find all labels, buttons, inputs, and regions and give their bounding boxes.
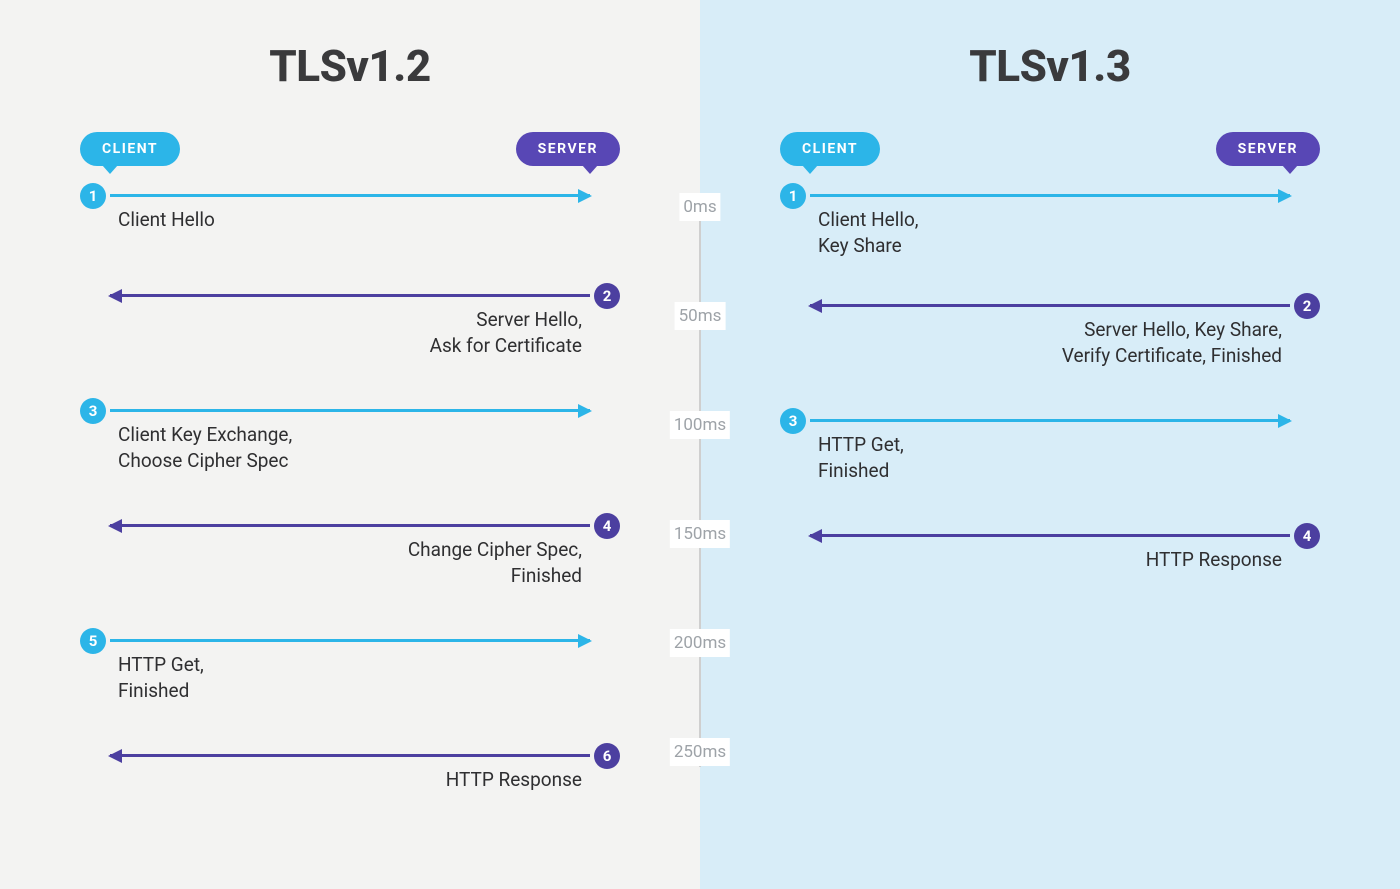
step-2: 2 Server Hello, Ask for Certificate — [80, 294, 620, 358]
step-number-badge: 2 — [1294, 293, 1320, 319]
title-tls12: TLSv1.2 — [60, 40, 640, 92]
arrow-right-icon: 3 — [810, 419, 1290, 422]
timeline-tick: 200ms — [670, 629, 730, 657]
step-2: 2 Server Hello, Key Share, Verify Certifi… — [780, 304, 1320, 368]
step-number-badge: 4 — [1294, 523, 1320, 549]
client-pill: CLIENT — [780, 132, 880, 166]
step-number-badge: 2 — [594, 283, 620, 309]
step-number-badge: 4 — [594, 513, 620, 539]
step-label: Client Key Exchange, Choose Cipher Spec — [110, 422, 590, 473]
panel-tls13: TLSv1.3 CLIENT SERVER 1Client Hello, Key… — [700, 0, 1400, 889]
step-4: 4 HTTP Response — [780, 534, 1320, 573]
arrow-left-icon: 2 — [110, 294, 590, 297]
step-6: 6 HTTP Response — [80, 754, 620, 793]
step-number-badge: 1 — [80, 183, 106, 209]
step-number-badge: 1 — [780, 183, 806, 209]
client-pill: CLIENT — [80, 132, 180, 166]
steps-container: 1Client Hello2Server Hello, Ask for Cert… — [80, 194, 620, 834]
step-label: HTTP Response — [810, 547, 1290, 573]
step-1: 1 Client Hello — [80, 194, 620, 233]
sequence-tls13: CLIENT SERVER 1Client Hello, Key Share2S… — [780, 132, 1320, 614]
step-number-badge: 3 — [80, 398, 106, 424]
arrow-right-icon: 1 — [110, 194, 590, 197]
arrow-right-icon: 1 — [810, 194, 1290, 197]
step-number-badge: 3 — [780, 408, 806, 434]
panel-tls12: TLSv1.2 CLIENT SERVER 1Client Hello2Serv… — [0, 0, 700, 889]
timeline-tick: 0ms — [679, 193, 720, 221]
sequence-tls12: CLIENT SERVER 1Client Hello2Server Hello… — [80, 132, 620, 834]
timeline-tick: 100ms — [670, 411, 730, 439]
step-label: Client Hello, Key Share — [810, 207, 1290, 258]
arrow-right-icon: 3 — [110, 409, 590, 412]
step-number-badge: 5 — [80, 628, 106, 654]
step-label: Client Hello — [110, 207, 590, 233]
server-pill: SERVER — [516, 132, 620, 166]
arrow-left-icon: 6 — [110, 754, 590, 757]
server-pill: SERVER — [1216, 132, 1320, 166]
step-label: HTTP Response — [110, 767, 590, 793]
arrow-left-icon: 4 — [810, 534, 1290, 537]
step-label: HTTP Get, Finished — [110, 652, 590, 703]
step-label: Server Hello, Key Share, Verify Certific… — [810, 317, 1290, 368]
step-3: 3 HTTP Get, Finished — [780, 419, 1320, 483]
step-label: HTTP Get, Finished — [810, 432, 1290, 483]
timeline-tick: 250ms — [670, 738, 730, 766]
title-tls13: TLSv1.3 — [760, 40, 1340, 92]
step-5: 5 HTTP Get, Finished — [80, 639, 620, 703]
timeline-tick: 150ms — [670, 520, 730, 548]
step-4: 4 Change Cipher Spec, Finished — [80, 524, 620, 588]
header-row: CLIENT SERVER — [80, 132, 620, 166]
arrow-left-icon: 2 — [810, 304, 1290, 307]
arrow-left-icon: 4 — [110, 524, 590, 527]
step-number-badge: 6 — [594, 743, 620, 769]
step-1: 1 Client Hello, Key Share — [780, 194, 1320, 258]
timeline-line — [699, 207, 701, 767]
header-row: CLIENT SERVER — [780, 132, 1320, 166]
arrow-right-icon: 5 — [110, 639, 590, 642]
step-3: 3 Client Key Exchange, Choose Cipher Spec — [80, 409, 620, 473]
step-label: Server Hello, Ask for Certificate — [110, 307, 590, 358]
step-label: Change Cipher Spec, Finished — [110, 537, 590, 588]
steps-container: 1Client Hello, Key Share2Server Hello, K… — [780, 194, 1320, 614]
timeline-tick: 50ms — [675, 302, 726, 330]
